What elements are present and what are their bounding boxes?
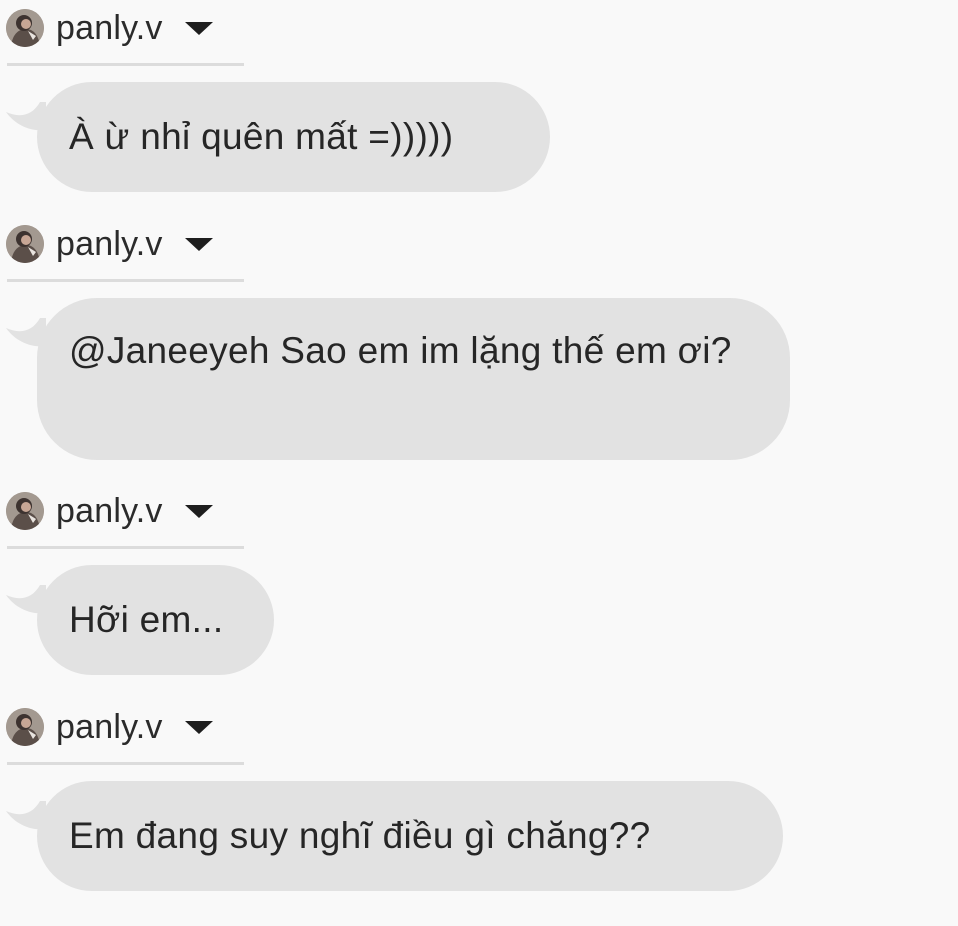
message-text: @Janeeyeh Sao em im lặng thế em ơi? — [69, 330, 732, 371]
avatar[interactable] — [6, 492, 44, 530]
message-bubble[interactable]: À ừ nhỉ quên mất =))))) — [37, 82, 550, 192]
avatar[interactable] — [6, 225, 44, 263]
sender-name[interactable]: panly.v — [56, 224, 163, 264]
avatar[interactable] — [6, 708, 44, 746]
caret-down-icon[interactable] — [184, 720, 213, 734]
avatar-image — [6, 9, 44, 47]
message-text: Hỡi em... — [69, 599, 224, 640]
sender-name[interactable]: panly.v — [56, 8, 163, 48]
message-group: panly.v À ừ nhỉ quên mất =))))) — [0, 0, 958, 200]
sender-name[interactable]: panly.v — [56, 491, 163, 531]
message-group: panly.v Hỡi em... — [0, 483, 958, 683]
sender-row[interactable]: panly.v — [6, 491, 213, 531]
sender-divider — [7, 762, 244, 765]
caret-down-icon[interactable] — [184, 237, 213, 251]
message-group: panly.v @Janeeyeh Sao em im lặng thế em … — [0, 216, 958, 466]
avatar-image — [6, 492, 44, 530]
message-bubble[interactable]: Hỡi em... — [37, 565, 274, 675]
sender-row[interactable]: panly.v — [6, 8, 213, 48]
sender-name[interactable]: panly.v — [56, 707, 163, 747]
message-bubble[interactable]: Em đang suy nghĩ điều gì chăng?? — [37, 781, 783, 891]
message-bubble[interactable]: @Janeeyeh Sao em im lặng thế em ơi? — [37, 298, 790, 460]
sender-divider — [7, 63, 244, 66]
message-text: Em đang suy nghĩ điều gì chăng?? — [69, 815, 651, 856]
sender-row[interactable]: panly.v — [6, 707, 213, 747]
sender-row[interactable]: panly.v — [6, 224, 213, 264]
avatar-image — [6, 225, 44, 263]
avatar[interactable] — [6, 9, 44, 47]
message-group: panly.v Em đang suy nghĩ điều gì chăng?? — [0, 699, 958, 899]
sender-divider — [7, 546, 244, 549]
caret-down-icon[interactable] — [184, 21, 213, 35]
caret-down-icon[interactable] — [184, 504, 213, 518]
message-text: À ừ nhỉ quên mất =))))) — [69, 116, 454, 157]
avatar-image — [6, 708, 44, 746]
sender-divider — [7, 279, 244, 282]
